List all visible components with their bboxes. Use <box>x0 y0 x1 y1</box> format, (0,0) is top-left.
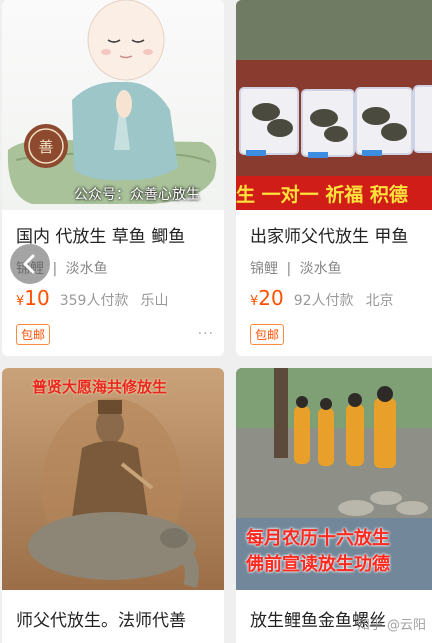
bodhisattva-elephant-photo <box>28 398 199 588</box>
tag-koi: 锦鲤 <box>250 261 278 277</box>
price-row: ¥10 359人付款 乐山 <box>16 286 168 310</box>
more-options-icon[interactable]: ··· <box>198 326 214 342</box>
product-title[interactable]: 出家师父代放生 甲鱼 <box>250 222 432 247</box>
image-banner: 生 一对一 祈福 积德 <box>236 184 408 206</box>
free-shipping-badge: 包邮 <box>16 324 51 345</box>
free-shipping-badge: 包邮 <box>250 324 285 345</box>
product-image-1[interactable]: 善 公众号：众善心放生 <box>2 0 224 210</box>
location: 乐山 <box>140 293 169 309</box>
product-card-2[interactable]: 生 一对一 祈福 积德 出家师父代放生 甲鱼 锦鲤 | 淡水鱼 ¥20 92人付款… <box>236 0 432 356</box>
image-caption-line1: 每月农历十六放生 <box>246 528 390 549</box>
chevron-left-icon <box>22 254 35 274</box>
image-caption-line2: 佛前宣读放生功德 <box>246 554 390 575</box>
product-card-3[interactable]: 普贤大愿海共修放生 师父代放生。法师代善 <box>2 368 224 643</box>
product-tags: 锦鲤 | 淡水鱼 <box>250 258 342 278</box>
turtle-boxes-photo <box>236 0 432 210</box>
product-image-4[interactable]: 每月农历十六放生 佛前宣读放生功德 <box>236 368 432 590</box>
price-row: ¥20 92人付款 北京 <box>250 286 394 310</box>
sold-count: 359人付款 <box>59 293 129 309</box>
tag-freshwater-fish: 淡水鱼 <box>299 261 342 277</box>
zhihu-watermark: 知乎 @云阳 <box>356 618 426 633</box>
price: 10 <box>24 286 50 310</box>
tag-freshwater-fish: 淡水鱼 <box>65 261 108 277</box>
monk-illustration: 善 <box>7 0 217 204</box>
location: 北京 <box>365 293 394 309</box>
image-caption: 普贤大愿海共修放生 <box>32 378 168 396</box>
back-button[interactable] <box>10 244 50 284</box>
sold-count: 92人付款 <box>293 293 354 309</box>
image-watermark: 公众号：众善心放生 <box>74 187 200 203</box>
product-title[interactable]: 师父代放生。法师代善 <box>16 606 216 631</box>
price: 20 <box>258 286 284 310</box>
tag-separator: | <box>286 261 292 277</box>
product-image-2[interactable]: 生 一对一 祈福 积德 <box>236 0 432 210</box>
product-card-4[interactable]: 每月农历十六放生 佛前宣读放生功德 放生鲤鱼金鱼螺丝 知乎 @云阳 <box>236 368 432 643</box>
product-card-1[interactable]: 善 公众号：众善心放生 国内 代放生 草鱼 鲫鱼 锦鲤 | 淡水鱼 ¥10359… <box>2 0 224 356</box>
product-image-3[interactable]: 普贤大愿海共修放生 <box>2 368 224 590</box>
svg-text:善: 善 <box>38 138 53 156</box>
tag-separator: | <box>52 261 58 277</box>
